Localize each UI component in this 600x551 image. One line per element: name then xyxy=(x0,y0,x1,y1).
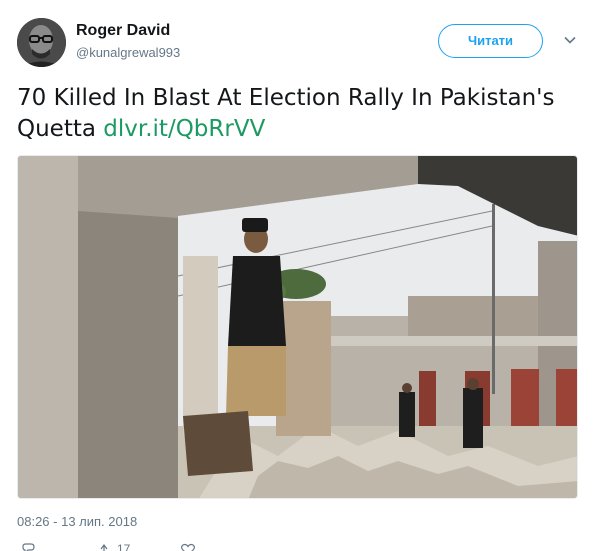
chevron-down-icon[interactable] xyxy=(562,32,578,48)
follow-button[interactable]: Читати xyxy=(438,24,543,58)
tweet-text: 70 Killed In Blast At Election Rally In … xyxy=(17,83,583,145)
heart-icon[interactable] xyxy=(180,543,196,551)
tweet-actions: 17 xyxy=(17,542,317,551)
tweet-photo[interactable] xyxy=(17,155,578,499)
reply-icon[interactable] xyxy=(20,543,36,551)
tweet-link[interactable]: dlvr.it/QbRrVV xyxy=(103,116,265,142)
retweet-icon[interactable] xyxy=(99,543,115,551)
retweet-count: 17 xyxy=(117,542,131,551)
tweet-body: 70 Killed In Blast At Election Rally In … xyxy=(17,85,555,142)
avatar[interactable] xyxy=(17,18,66,67)
photo-image xyxy=(18,156,577,498)
tweet-header: Roger David @kunalgrewal993 Читати xyxy=(17,18,583,68)
user-name[interactable]: Roger David xyxy=(76,22,170,40)
tweet-timestamp[interactable]: 08:26 - 13 лип. 2018 xyxy=(17,514,137,529)
user-handle[interactable]: @kunalgrewal993 xyxy=(76,45,180,60)
